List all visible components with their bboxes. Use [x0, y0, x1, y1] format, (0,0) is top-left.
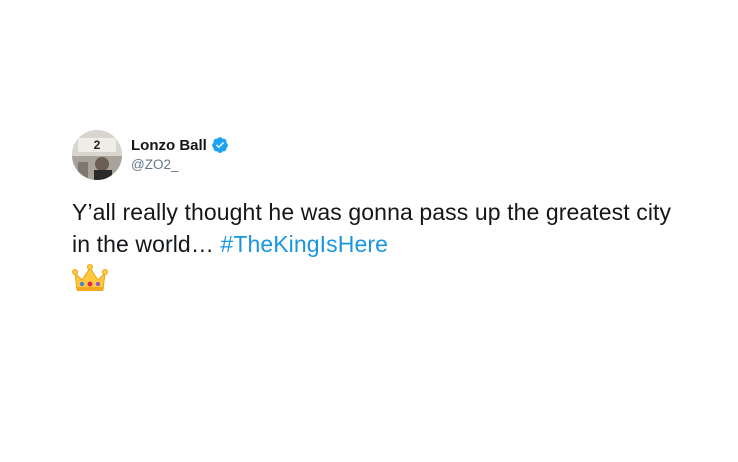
crown-icon — [72, 264, 108, 291]
user-handle[interactable]: @ZO2_ — [131, 157, 229, 172]
display-name[interactable]: Lonzo Ball — [131, 137, 207, 154]
tweet-text: Y’all really thought he was gonna pass u… — [72, 196, 672, 260]
hashtag-link[interactable]: #TheKingIsHere — [220, 231, 388, 257]
avatar[interactable]: 2 — [72, 130, 122, 180]
tweet-card: 2 Lonzo Ball @ZO2_ Y’all really thought … — [72, 128, 692, 295]
name-row: Lonzo Ball — [131, 134, 229, 156]
verified-badge-icon — [211, 137, 228, 153]
avatar-label: 2 — [94, 138, 101, 152]
tweet-header: 2 Lonzo Ball @ZO2_ — [72, 128, 692, 182]
user-info: Lonzo Ball @ZO2_ — [131, 134, 229, 172]
avatar-image: 2 — [72, 130, 122, 180]
